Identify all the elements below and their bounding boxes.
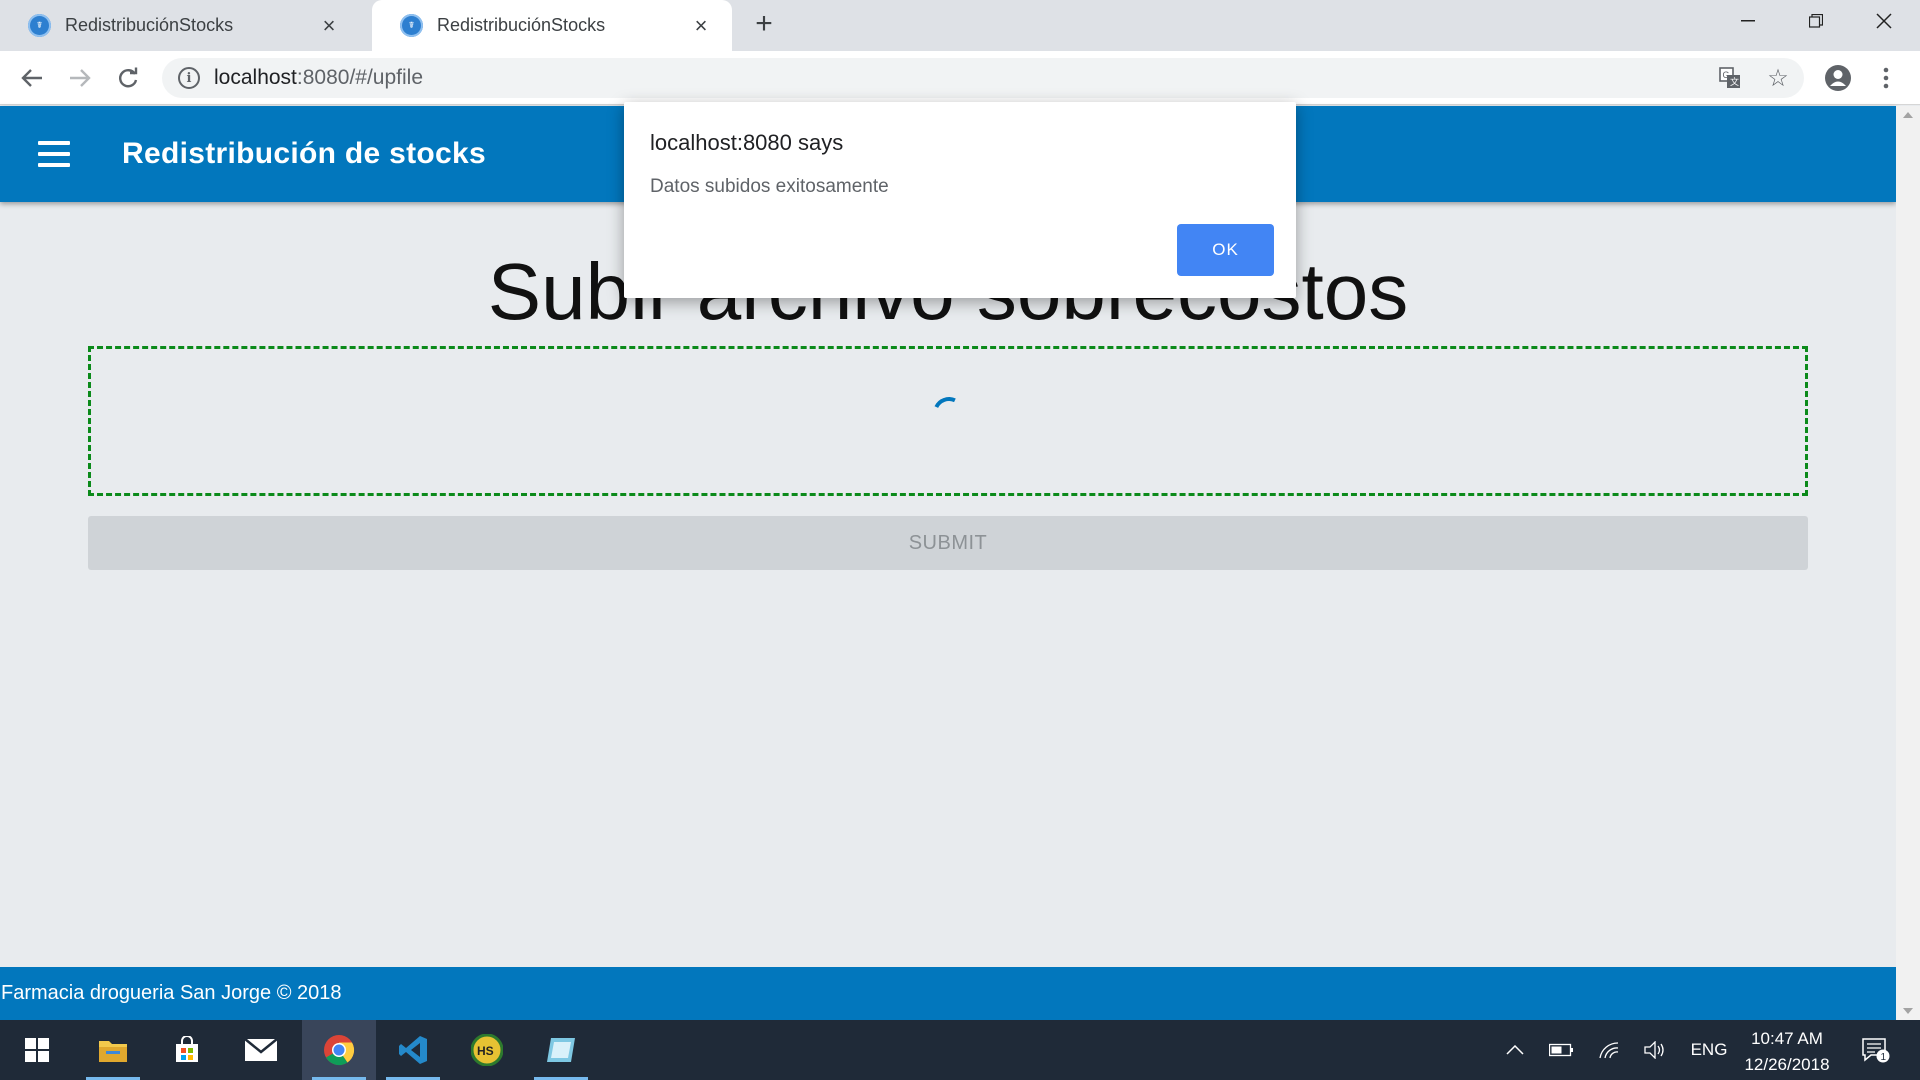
- loading-spinner-icon: [928, 392, 970, 434]
- tab-title: RedistribuciónStocks: [65, 15, 234, 35]
- svg-text:G: G: [1723, 70, 1730, 80]
- browser-tabstrip: ☤ RedistribuciónStocks × ☤ Redistribució…: [0, 0, 1920, 51]
- browser-tab-2[interactable]: ☤ RedistribuciónStocks ×: [372, 0, 732, 51]
- hs-app-icon[interactable]: HS: [450, 1020, 524, 1080]
- vscode-icon[interactable]: [376, 1020, 450, 1080]
- browser-tab-1[interactable]: ☤ RedistribuciónStocks ×: [0, 0, 360, 51]
- windows-taskbar: HS ENG 10:47 AM 12/26/2018 1: [0, 1020, 1920, 1080]
- close-icon[interactable]: [1850, 0, 1918, 42]
- menu-dots-icon[interactable]: [1868, 60, 1904, 96]
- app-favicon-icon: ☤: [400, 14, 423, 37]
- tab-title: RedistribuciónStocks: [437, 15, 606, 35]
- submit-button[interactable]: SUBMIT: [88, 516, 1808, 570]
- tab-close-icon[interactable]: ×: [688, 13, 714, 39]
- address-bar[interactable]: i localhost:8080/#/upfile G文 ☆: [162, 58, 1804, 98]
- star-icon[interactable]: ☆: [1760, 58, 1796, 98]
- translate-icon[interactable]: G文: [1712, 58, 1748, 98]
- svg-text:文: 文: [1730, 76, 1739, 87]
- file-explorer-icon[interactable]: [76, 1020, 150, 1080]
- wifi-icon[interactable]: [1594, 1020, 1624, 1080]
- notification-count: 1: [1881, 1052, 1887, 1063]
- back-arrow-icon[interactable]: [14, 60, 50, 96]
- taskbar-clock[interactable]: 10:47 AM 12/26/2018: [1732, 1026, 1842, 1078]
- account-icon[interactable]: [1820, 60, 1856, 96]
- restore-icon[interactable]: [1782, 0, 1850, 42]
- mail-icon[interactable]: [224, 1020, 298, 1080]
- start-icon[interactable]: [0, 1020, 74, 1080]
- app-favicon-icon: ☤: [28, 14, 51, 37]
- reload-icon[interactable]: [110, 60, 146, 96]
- scroll-up-icon[interactable]: [1903, 112, 1913, 118]
- minimize-icon[interactable]: [1714, 0, 1782, 42]
- dialog-title: localhost:8080 says: [650, 130, 844, 155]
- action-center-icon[interactable]: 1: [1856, 1020, 1896, 1080]
- url-path: :8080/#/upfile: [296, 66, 423, 89]
- chrome-icon[interactable]: [302, 1020, 376, 1080]
- ok-button[interactable]: OK: [1177, 224, 1274, 276]
- page-scrollbar[interactable]: [1896, 106, 1920, 1020]
- app-title: Redistribución de stocks: [122, 137, 486, 170]
- forward-arrow-icon[interactable]: [62, 60, 98, 96]
- clock-date: 12/26/2018: [1744, 1055, 1830, 1074]
- language-indicator[interactable]: ENG: [1684, 1020, 1734, 1080]
- svg-text:HS: HS: [477, 1044, 494, 1058]
- scroll-down-icon[interactable]: [1903, 1008, 1913, 1014]
- new-tab-button[interactable]: +: [748, 7, 780, 40]
- tray-chevron-icon[interactable]: [1500, 1020, 1530, 1080]
- clock-time: 10:47 AM: [1751, 1029, 1823, 1048]
- battery-icon[interactable]: [1546, 1020, 1576, 1080]
- store-icon[interactable]: [150, 1020, 224, 1080]
- dialog-message: Datos subidos exitosamente: [650, 176, 889, 197]
- file-dropzone[interactable]: [88, 346, 1808, 496]
- hamburger-menu-icon[interactable]: [38, 141, 70, 167]
- browser-toolbar: i localhost:8080/#/upfile G文 ☆: [0, 51, 1920, 105]
- url-host: localhost: [214, 66, 297, 89]
- tab-close-icon[interactable]: ×: [316, 13, 342, 39]
- alert-dialog: localhost:8080 says Datos subidos exitos…: [624, 102, 1296, 298]
- info-icon[interactable]: i: [178, 67, 200, 89]
- volume-icon[interactable]: [1640, 1020, 1670, 1080]
- page-footer: Farmacia drogueria San Jorge © 2018: [0, 967, 1896, 1020]
- notes-app-icon[interactable]: [524, 1020, 598, 1080]
